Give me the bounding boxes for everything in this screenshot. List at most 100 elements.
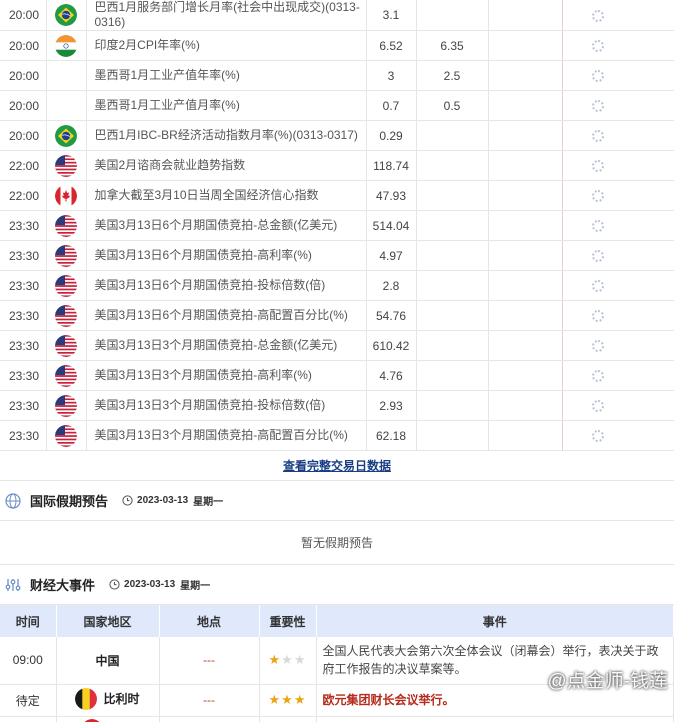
event-country-cell: 中国 (56, 637, 160, 685)
row-time: 20:00 (0, 90, 47, 121)
event-importance: ★★★ (259, 637, 317, 685)
row-loading-cell (562, 240, 634, 271)
row-extra-cell (634, 390, 674, 421)
row-previous: 610.42 (366, 330, 417, 361)
row-actual (488, 210, 563, 241)
row-forecast (416, 120, 489, 151)
row-time: 23:30 (0, 210, 47, 241)
row-extra-cell (634, 240, 674, 271)
star-icon: ★ (281, 652, 294, 668)
star-icon: ★ (293, 652, 307, 668)
usa-flag-icon (55, 394, 77, 417)
usa-flag-icon (55, 304, 77, 327)
events-weekday: 星期一 (180, 581, 211, 592)
view-full-trading-day-link[interactable]: 查看完整交易日数据 (283, 459, 391, 473)
data-row: 23:30 美国3月13日6个月期国债竞拍-高配置百分比(%) 54.76 (0, 300, 674, 331)
row-loading-cell (562, 420, 634, 451)
row-forecast (416, 270, 489, 301)
row-flag-cell (46, 30, 87, 61)
data-row: 20:00 巴西1月服务部门增长月率(社会中出现成交)(0313-0316) 3.1 (0, 0, 674, 31)
row-extra-cell (634, 180, 674, 211)
usa-flag-icon (55, 214, 77, 237)
row-time: 23:30 (0, 360, 47, 391)
loading-spinner-icon (592, 190, 605, 203)
globe-icon (4, 492, 22, 510)
event-time: 待定 (0, 716, 57, 722)
row-forecast (416, 180, 489, 211)
economic-data-table: 20:00 巴西1月服务部门增长月率(社会中出现成交)(0313-0316) 3.1… (0, 0, 674, 451)
row-extra-cell (634, 270, 674, 301)
event-description: 政府间气候变化问题专门委员会在瑞士召开会议，至3月17日。 (316, 716, 674, 722)
row-loading-cell (562, 120, 634, 151)
event-time: 待定 (0, 684, 57, 717)
row-loading-cell (562, 330, 634, 361)
brazil-flag-icon (55, 124, 77, 147)
holiday-section-title: 国际假期预告 (30, 494, 109, 509)
row-time: 20:00 (0, 0, 47, 31)
row-extra-cell (634, 60, 674, 91)
row-flag-cell (46, 60, 87, 91)
row-time: 23:30 (0, 330, 47, 361)
row-extra-cell (634, 210, 674, 241)
event-place: --- (159, 637, 260, 685)
row-flag-cell (46, 270, 87, 301)
row-loading-cell (562, 300, 634, 331)
holiday-section-header: 国际假期预告 2023-03-13 星期一 (0, 481, 674, 521)
row-event: 美国2月谘商会就业趋势指数 (86, 150, 367, 181)
loading-spinner-icon (592, 340, 605, 353)
row-previous: 2.93 (366, 390, 417, 421)
row-actual (488, 270, 563, 301)
row-forecast (416, 420, 489, 451)
row-actual (488, 300, 563, 331)
row-flag-cell (46, 330, 87, 361)
row-previous: 2.8 (366, 270, 417, 301)
row-time: 22:00 (0, 180, 47, 211)
row-actual (488, 360, 563, 391)
loading-spinner-icon (592, 70, 605, 83)
row-time: 20:00 (0, 30, 47, 61)
star-icon: ★ (293, 692, 307, 707)
usa-flag-icon (55, 364, 77, 387)
row-previous: 3.1 (366, 0, 417, 31)
row-event: 美国3月13日6个月期国债竞拍-高利率(%) (86, 240, 367, 271)
row-event: 印度2月CPI年率(%) (86, 30, 367, 61)
star-icon: ★ (268, 692, 282, 707)
loading-spinner-icon (592, 400, 605, 413)
row-previous: 6.52 (366, 30, 417, 61)
row-time: 23:30 (0, 300, 47, 331)
header-time: 时间 (0, 605, 57, 637)
watermark: @点金师-钱莲 (547, 666, 668, 693)
event-country: 中国 (95, 653, 120, 668)
row-extra-cell (634, 360, 674, 391)
loading-spinner-icon (592, 130, 605, 143)
row-forecast: 2.5 (416, 60, 489, 91)
row-previous: 4.97 (366, 240, 417, 271)
event-country-cell: 比利时 (56, 684, 160, 717)
row-event: 墨西哥1月工业产值年率(%) (86, 60, 367, 91)
event-place: --- (159, 684, 260, 717)
row-extra-cell (634, 330, 674, 361)
data-row: 23:30 美国3月13日3个月期国债竞拍-投标倍数(倍) 2.93 (0, 390, 674, 421)
row-actual (488, 120, 563, 151)
loading-spinner-icon (592, 160, 605, 173)
row-forecast: 6.35 (416, 30, 489, 61)
row-flag-cell (46, 90, 87, 121)
row-forecast (416, 390, 489, 421)
holiday-empty-text: 暂无假期预告 (0, 521, 674, 565)
row-loading-cell (562, 270, 634, 301)
row-forecast (416, 330, 489, 361)
events-date: 2023-03-13 (124, 579, 176, 590)
row-previous: 3 (366, 60, 417, 91)
loading-spinner-icon (592, 220, 605, 233)
canada-flag-icon (55, 184, 77, 207)
row-event: 美国3月13日6个月期国债竞拍-投标倍数(倍) (86, 270, 367, 301)
usa-flag-icon (55, 424, 77, 447)
usa-flag-icon (55, 334, 77, 357)
row-flag-cell (46, 180, 87, 211)
row-loading-cell (562, 90, 634, 121)
data-row: 23:30 美国3月13日3个月期国债竞拍-高配置百分比(%) 62.18 (0, 420, 674, 451)
header-event: 事件 (316, 605, 674, 637)
row-forecast (416, 150, 489, 181)
events-section-header: 财经大事件 2023-03-13 星期一 (0, 565, 674, 605)
india-flag-icon (55, 34, 77, 57)
